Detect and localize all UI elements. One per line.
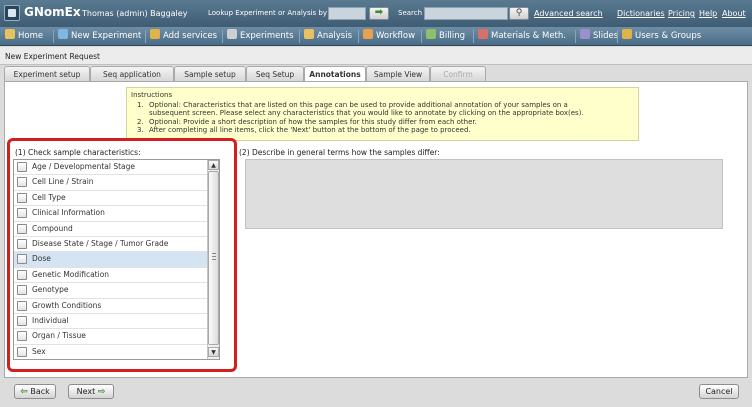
nav-materials-methods[interactable]: Materials & Meth.: [478, 27, 566, 46]
annotations-content: Instructions 1. Optional: Characteristics…: [4, 81, 748, 378]
magnifier-icon: ⚲: [515, 8, 523, 18]
slides-icon: [580, 29, 590, 39]
tab-confirm: Confirm: [430, 66, 486, 82]
nav-analysis[interactable]: Analysis: [304, 27, 352, 46]
nav-users-groups[interactable]: Users & Groups: [622, 27, 701, 46]
help-link[interactable]: Help: [699, 9, 717, 18]
dictionaries-link[interactable]: Dictionaries: [617, 9, 665, 18]
flask-icon: [227, 29, 237, 39]
arrow-right-icon: ⇨: [97, 387, 106, 397]
pricing-link[interactable]: Pricing: [668, 9, 695, 18]
lookup-go-button[interactable]: ➡: [369, 7, 389, 20]
nav-add-services[interactable]: Add services: [150, 27, 217, 46]
cancel-button[interactable]: Cancel: [699, 384, 739, 399]
arrow-right-icon: ➡: [374, 7, 384, 18]
tab-sample-setup[interactable]: Sample setup: [174, 66, 246, 82]
top-header: GNomEx Thomas (admin) Baggaley Lookup Ex…: [0, 0, 752, 27]
nav-workflow[interactable]: Workflow: [363, 27, 415, 46]
materials-icon: [478, 29, 488, 39]
billing-icon: [426, 29, 436, 39]
flask-icon: [58, 29, 68, 39]
nav-home[interactable]: Home: [5, 27, 43, 46]
instruction-line: 1. Optional: Characteristics that are lis…: [137, 100, 568, 109]
current-user: Thomas (admin) Baggaley: [82, 9, 188, 18]
arrow-left-icon: ⇦: [20, 387, 28, 397]
instructions-title: Instructions: [131, 91, 173, 99]
lookup-input[interactable]: [328, 7, 366, 20]
description-label: (2) Describe in general terms how the sa…: [239, 148, 440, 157]
search-input[interactable]: [424, 7, 508, 20]
advanced-search-link[interactable]: Advanced search: [534, 9, 603, 18]
nav-new-experiment[interactable]: New Experiment: [58, 27, 141, 46]
lookup-label: Lookup Experiment or Analysis by #: [208, 9, 336, 17]
instruction-line: 3. After completing all line items, click…: [137, 126, 471, 134]
tab-seq-application[interactable]: Seq application: [90, 66, 174, 82]
main-nav: Home New Experiment Add services Experim…: [0, 27, 752, 46]
panel-title: New Experiment Request: [5, 52, 100, 61]
panel-title-bar: New Experiment Request: [0, 47, 752, 65]
highlight-box: [7, 138, 237, 372]
home-icon: [5, 29, 15, 39]
next-button[interactable]: Next ⇨: [68, 384, 114, 399]
tab-seq-setup[interactable]: Seq Setup: [246, 66, 304, 82]
search-label: Search: [398, 9, 423, 17]
tab-annotations[interactable]: Annotations: [304, 66, 366, 82]
description-textarea[interactable]: [245, 159, 723, 229]
instruction-line: 2. Optional: Provide a short description …: [137, 117, 477, 126]
back-button[interactable]: ⇦ Back: [14, 384, 56, 399]
tab-experiment-setup[interactable]: Experiment setup: [4, 66, 90, 82]
nav-experiments[interactable]: Experiments: [227, 27, 294, 46]
workflow-icon: [363, 29, 373, 39]
app-title: GNomEx: [24, 5, 81, 19]
about-link[interactable]: About: [722, 9, 746, 18]
instructions-box: Instructions 1. Optional: Characteristics…: [126, 87, 639, 141]
nav-slides[interactable]: Slides: [580, 27, 618, 46]
gnomex-logo-icon: [4, 5, 20, 21]
services-icon: [150, 29, 160, 39]
nav-billing[interactable]: Billing: [426, 27, 465, 46]
tab-sample-view[interactable]: Sample View: [366, 66, 430, 82]
instruction-line: subsequent screen. Please select any cha…: [149, 109, 584, 117]
chart-icon: [304, 29, 314, 39]
users-icon: [622, 29, 632, 39]
search-button[interactable]: ⚲: [509, 7, 529, 20]
